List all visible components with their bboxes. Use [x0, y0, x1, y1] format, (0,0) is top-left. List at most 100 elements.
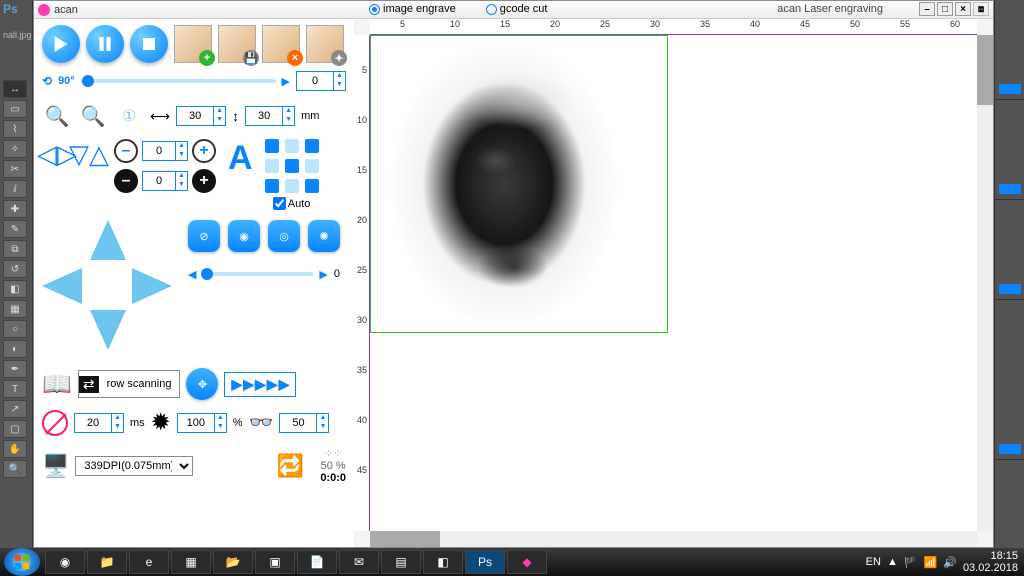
- ps-tool-brush[interactable]: ✎: [3, 220, 27, 238]
- taskbar-chrome[interactable]: ◉: [45, 550, 85, 574]
- ps-tool-lasso[interactable]: ⌇: [3, 120, 27, 138]
- angle-input[interactable]: 0▲▼: [296, 71, 346, 91]
- dec-step2-button[interactable]: –: [114, 169, 138, 193]
- ps-tool-text[interactable]: T: [3, 380, 27, 398]
- taskbar-photoshop[interactable]: Ps: [465, 550, 505, 574]
- pct-input[interactable]: 100▲▼: [177, 413, 227, 433]
- text-tool-icon[interactable]: A: [228, 139, 253, 178]
- ps-tool-move[interactable]: ↔: [3, 80, 27, 98]
- taskbar-app7[interactable]: ◧: [423, 550, 463, 574]
- step2-input[interactable]: 0▲▼: [142, 171, 188, 191]
- ps-tool-marquee[interactable]: ▭: [3, 100, 27, 118]
- ps-tool-path[interactable]: ↗: [3, 400, 27, 418]
- anchor-grid[interactable]: [265, 139, 319, 193]
- taskbar-app5[interactable]: ✉: [339, 550, 379, 574]
- ps-tool-eyedrop[interactable]: ⅈ: [3, 180, 27, 198]
- play-button[interactable]: [42, 25, 80, 63]
- mode-btn-3[interactable]: ◎: [268, 220, 300, 252]
- ps-tool-shape[interactable]: ▢: [3, 420, 27, 438]
- jog-up-button[interactable]: [90, 220, 126, 260]
- pause-button[interactable]: [86, 25, 124, 63]
- zoom-in-icon[interactable]: 🔍: [42, 101, 72, 131]
- engraved-image[interactable]: [370, 35, 668, 333]
- inc-step2-button[interactable]: +: [192, 169, 216, 193]
- cut-input[interactable]: 50▲▼: [279, 413, 329, 433]
- taskbar-app6[interactable]: ▤: [381, 550, 421, 574]
- scanner-icon[interactable]: 📖: [42, 370, 72, 399]
- ps-tool-heal[interactable]: ✚: [3, 200, 27, 218]
- height-input[interactable]: 30▲▼: [245, 106, 295, 126]
- canvas[interactable]: [370, 35, 977, 531]
- angle-slider[interactable]: [81, 73, 276, 89]
- flip-h-icon[interactable]: ◁▷: [42, 139, 72, 169]
- ps-tool-crop[interactable]: ✂: [3, 160, 27, 178]
- ps-tool-hand[interactable]: ✋: [3, 440, 27, 458]
- delete-image-button[interactable]: ×: [262, 25, 300, 63]
- flip-v-icon[interactable]: ▽△: [74, 139, 104, 169]
- scrollbar-horizontal[interactable]: [370, 531, 977, 547]
- ps-tool-history[interactable]: ↺: [3, 260, 27, 278]
- ps-panel-stub-1[interactable]: [999, 84, 1021, 94]
- taskbar-acan[interactable]: ◆: [507, 550, 547, 574]
- start-button[interactable]: [4, 548, 40, 576]
- taskbar-explorer[interactable]: 📁: [87, 550, 127, 574]
- jog-down-button[interactable]: [90, 310, 126, 350]
- speed-slider[interactable]: [202, 266, 313, 282]
- zoom-fit-icon[interactable]: ①: [114, 101, 144, 131]
- tray-icon-flag[interactable]: 🏴: [904, 556, 918, 569]
- step1-input[interactable]: 0▲▼: [142, 141, 188, 161]
- laser-off-icon[interactable]: [42, 410, 68, 436]
- ps-tool-eraser[interactable]: ◧: [3, 280, 27, 298]
- taskbar-app3[interactable]: ▣: [255, 550, 295, 574]
- save-image-button[interactable]: 💾: [218, 25, 256, 63]
- jog-left-button[interactable]: [42, 268, 82, 304]
- radio-gcode-cut[interactable]: gcode cut: [486, 3, 548, 15]
- mode-btn-1[interactable]: ⊘: [188, 220, 220, 252]
- radio-image-engrave[interactable]: image engrave: [369, 3, 456, 15]
- ps-tool-gradient[interactable]: ▦: [3, 300, 27, 318]
- width-input[interactable]: 30▲▼: [176, 106, 226, 126]
- monitor-icon[interactable]: 🖥️: [42, 453, 69, 479]
- ps-tool-stamp[interactable]: ⧉: [3, 240, 27, 258]
- aux-close-button[interactable]: ⧈: [973, 2, 989, 16]
- minimize-button[interactable]: –: [919, 2, 935, 16]
- ms-input[interactable]: 20▲▼: [74, 413, 124, 433]
- stop-button[interactable]: [130, 25, 168, 63]
- jog-right-button[interactable]: [132, 268, 172, 304]
- angle-label: 90°: [58, 75, 75, 87]
- scrollbar-vertical[interactable]: [977, 35, 993, 531]
- effects-image-button[interactable]: ✦: [306, 25, 344, 63]
- taskbar-app2[interactable]: 📂: [213, 550, 253, 574]
- mode-btn-4[interactable]: ✺: [308, 220, 340, 252]
- lang-indicator[interactable]: EN: [866, 556, 881, 568]
- ps-tab-label[interactable]: nall.jpg: [3, 30, 29, 40]
- taskbar-ie[interactable]: e: [129, 550, 169, 574]
- ps-panel-stub-3[interactable]: [999, 284, 1021, 294]
- height-icon: ↕: [232, 108, 239, 124]
- ps-panel-stub-2[interactable]: [999, 184, 1021, 194]
- ps-tool-dodge[interactable]: ◐: [3, 340, 27, 358]
- ps-panel-stub-4[interactable]: [999, 444, 1021, 454]
- clock[interactable]: 18:15 03.02.2018: [963, 550, 1018, 574]
- tray-icon-vol[interactable]: 🔊: [943, 556, 957, 569]
- ps-tool-pen[interactable]: ✒: [3, 360, 27, 378]
- maximize-button[interactable]: □: [937, 2, 953, 16]
- ps-tool-wand[interactable]: ✧: [3, 140, 27, 158]
- scan-mode-select[interactable]: ⇄row scanning: [78, 370, 181, 398]
- move-origin-button[interactable]: ✥: [186, 368, 218, 400]
- ps-tool-zoom[interactable]: 🔍: [3, 460, 27, 478]
- mode-btn-2[interactable]: ◉: [228, 220, 260, 252]
- dec-step1-button[interactable]: –: [114, 139, 138, 163]
- ps-tool-blur[interactable]: ○: [3, 320, 27, 338]
- taskbar-app1[interactable]: ▦: [171, 550, 211, 574]
- tray-icon-1[interactable]: ▲: [887, 556, 898, 568]
- taskbar-app4[interactable]: 📄: [297, 550, 337, 574]
- auto-checkbox[interactable]: Auto: [273, 197, 311, 210]
- dpi-select[interactable]: 339DPI(0.075mm): [75, 456, 193, 476]
- repeat-icon[interactable]: 🔁: [277, 453, 304, 479]
- add-image-button[interactable]: +: [174, 25, 212, 63]
- tray-icon-net[interactable]: 📶: [924, 556, 938, 569]
- inc-step1-button[interactable]: +: [192, 139, 216, 163]
- zoom-out-icon[interactable]: 🔍: [78, 101, 108, 131]
- close-button[interactable]: ×: [955, 2, 971, 16]
